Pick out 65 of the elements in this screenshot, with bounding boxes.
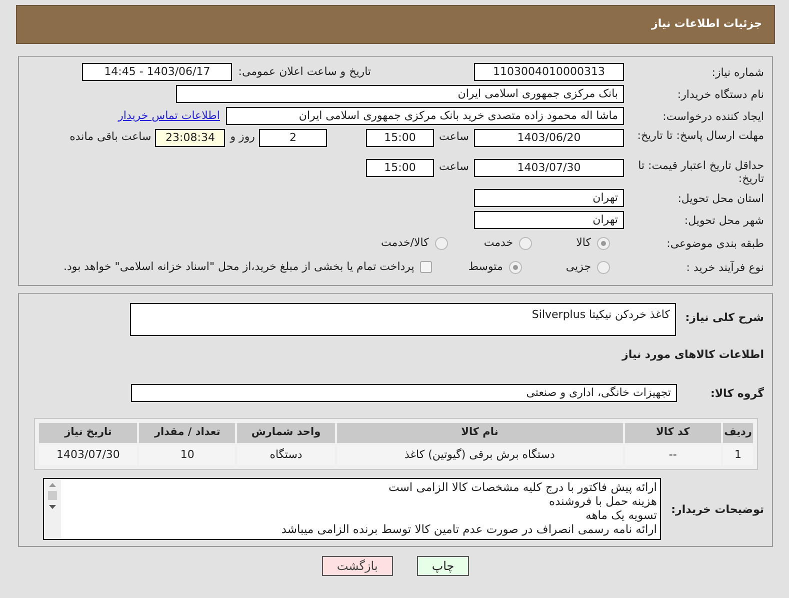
radio-label: جزیی [566,258,591,275]
remaining-time-field: 23:08:34 [155,129,226,147]
note-line: هزینه حمل با فروشنده [548,494,657,508]
requester-field: ماشا اله محمود زاده متصدی خرید بانک مرکزی جمهوری اسلامی ایران [226,107,624,125]
header-title: جزئیات اطلاعات نیاز [652,16,762,32]
radio-label: کالا/خدمت [381,234,429,251]
note-line: ارائه نامه رسمی انصراف در صورت عدم تامین کالا توسط برنده الزامی میباشد [280,522,657,536]
field-label: تاریخ و ساعت اعلان عمومی: [238,64,371,80]
description-area: کاغذ خردکن نیکیتا Silverplus [130,303,676,336]
time-label: ساعت [438,129,470,145]
city-field: تهران [474,211,624,229]
days-field: 2 [259,129,327,147]
column-header: نام کالا [336,423,623,443]
field-label: شرح کلی نیاز: [684,310,764,324]
field-label: نوع فرآیند خرید : [685,260,764,274]
need-number-field: 1103004010000313 [474,63,624,81]
column-header: تاریخ نیاز [39,423,138,443]
radio-button[interactable] [597,260,610,274]
table-cell: -- [624,445,722,465]
province-field: تهران [474,189,624,207]
field-label: مهلت ارسال پاسخ: تا تاریخ: [636,129,764,142]
section-heading: اطلاعات کالاهای مورد نیاز [622,346,764,363]
contact-info-link[interactable]: اطلاعات تماس خریدار [118,108,220,124]
radio-button[interactable] [508,260,522,274]
column-header: واحد شمارش [237,423,335,443]
field-label: طبقه بندی موضوعی: [666,236,764,250]
field-label: توضیحات خریدار: [670,502,764,516]
radio-label: متوسط [468,258,503,275]
field-label: حداقل تاریخ اعتبار قیمت: تا تاریخ: [637,159,764,185]
table-cell: 1403/07/30 [39,445,138,465]
scrollbar-drawing [44,479,61,539]
days-label: روز و [230,129,255,145]
table-cell: 10 [139,445,236,465]
note-line: ارائه پیش فاکتور با درج کلیه مشخصات کالا الزامی است [388,480,657,494]
time-field: 15:00 [366,159,434,177]
column-header: تعداد / مقدار [139,423,236,443]
field-label: ایجاد کننده درخواست: [662,110,764,122]
print-button[interactable]: چاپ [416,556,470,576]
radio-label: کالا [576,234,591,251]
field-label: استان محل تحویل: [676,192,764,204]
radio-label: خدمت [484,234,514,251]
column-header: کد کالا [624,423,722,443]
table-cell: دستگاه برش برقی (گیوتین) کاغذ [336,445,623,465]
table-cell: 1 [723,445,753,465]
time-label: ساعت [438,159,470,175]
date-field: 1403/07/30 [474,159,624,177]
goods-group-field: تجهیزات خانگی، اداری و صنعتی [131,384,677,402]
buyer-org-field: بانک مرکزی جمهوری اسلامی ایران [176,85,624,103]
radio-button[interactable] [434,236,448,250]
table-cell: دستگاه [237,445,335,465]
checkbox-label: پرداخت تمام یا بخشی از مبلغ خرید،از محل "اسناد خزانه اسلامی" خواهد بود. [64,258,414,275]
column-header: ردیف [723,423,753,443]
remaining-label: ساعت باقی مانده [70,129,152,145]
field-label: گروه کالا: [709,386,764,400]
announce-date-field: 1403/06/17 - 14:45 [82,63,232,81]
field-label: نام دستگاه خریدار: [676,88,764,100]
time-field: 15:00 [366,129,434,147]
note-line: تسویه یک ماهه [584,508,657,522]
field-label: شماره نیاز: [710,66,764,78]
field-label: شهر محل تحویل: [683,214,764,226]
checkbox[interactable] [420,261,432,273]
radio-button[interactable] [519,236,532,250]
back-button[interactable]: بازگشت [322,556,393,576]
radio-button[interactable] [597,236,610,250]
date-field: 1403/06/20 [474,129,624,147]
